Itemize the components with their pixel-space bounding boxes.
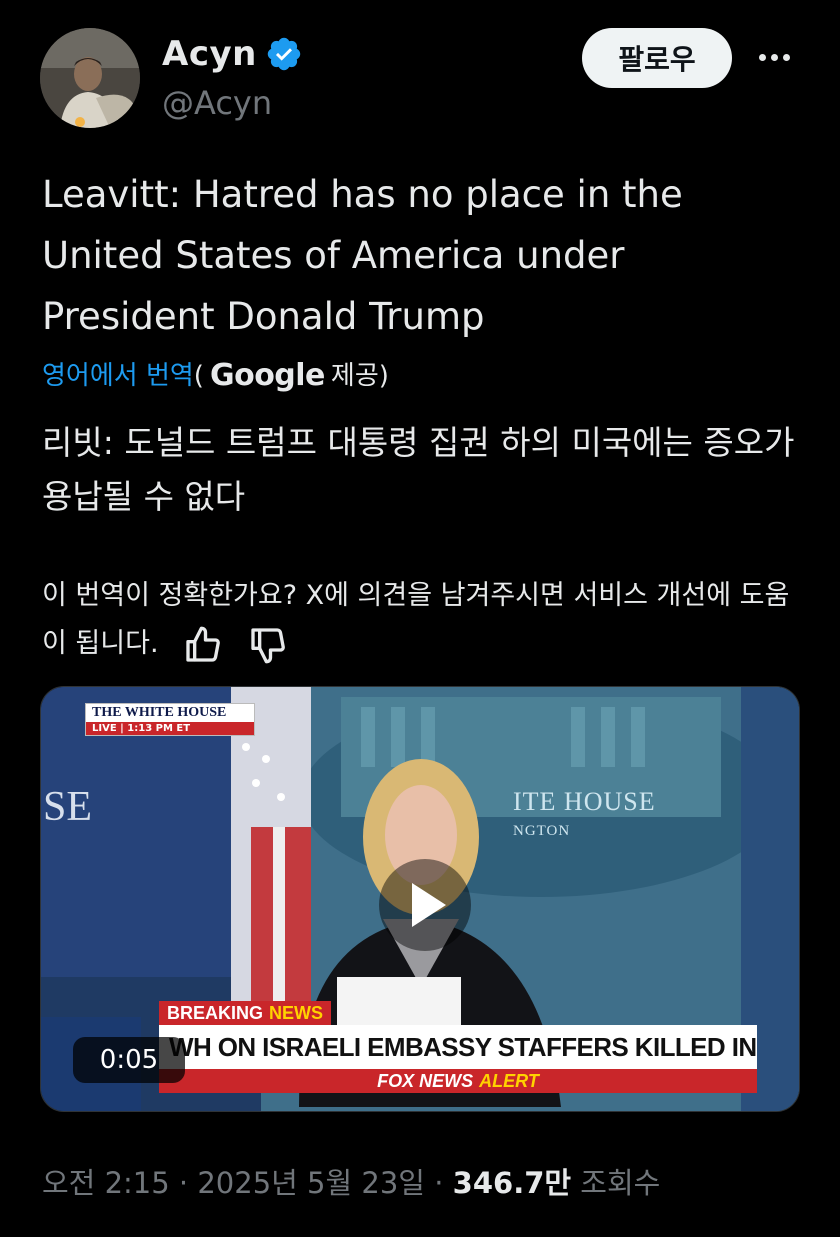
alert-brand: FOX NEWS [377, 1070, 474, 1091]
verified-badge-icon [265, 35, 303, 73]
translated-text: 리빗: 도널드 트럼프 대통령 집권 하의 미국에는 증오가 용납될 수 없다 [42, 423, 795, 516]
breaking-label: BREAKING [167, 1002, 264, 1023]
thumbs-down-icon[interactable] [248, 625, 288, 665]
translation-attribution: 영어에서 번역 ( Google 제공) [42, 356, 389, 396]
author-handle[interactable]: @Acyn [162, 84, 272, 122]
backdrop-left-text: SE [43, 784, 93, 830]
author-name[interactable]: Acyn [162, 34, 257, 74]
backdrop-text: ITE HOUSE [513, 787, 656, 816]
news-label: NEWS [269, 1002, 324, 1023]
name-row: Acyn [162, 34, 303, 74]
post-date[interactable]: 2025년 5월 23일 [197, 1166, 425, 1200]
tweet-header: Acyn @Acyn 팔로우 [40, 28, 800, 128]
play-icon[interactable] [379, 859, 471, 951]
live-time: 1:13 PM ET [127, 723, 191, 734]
view-count-label: 조회수 [580, 1166, 661, 1200]
provider-suffix: 제공) [330, 361, 389, 391]
alert-word: ALERT [479, 1070, 539, 1091]
video-player[interactable]: THE WHITE HOUSE LIVE | 1:13 PM ET SE ITE… [40, 686, 800, 1112]
translation-feedback: 이 번역이 정확한가요? X에 의견을 남겨주시면 서비스 개선에 도움이 됩니… [42, 572, 802, 668]
meta-separator: · [425, 1166, 453, 1200]
fox-news-alert: FOX NEWS ALERT [159, 1069, 757, 1093]
tweet-meta: 오전 2:15 · 2025년 5월 23일 · 346.7만 조회수 [42, 1160, 660, 1202]
live-indicator: LIVE | 1:13 PM ET [86, 722, 254, 735]
view-count: 346.7만 [452, 1166, 572, 1200]
video-duration: 0:05 [73, 1037, 185, 1083]
google-logo: Google [209, 358, 325, 393]
news-headline: WH ON ISRAELI EMBASSY STAFFERS KILLED IN… [159, 1025, 757, 1069]
live-label: LIVE [92, 723, 117, 734]
meta-separator: · [169, 1166, 198, 1200]
breaking-news-tag: BREAKING NEWS [159, 1001, 332, 1025]
white-house-banner: THE WHITE HOUSE LIVE | 1:13 PM ET [85, 703, 255, 736]
post-time[interactable]: 오전 2:15 [42, 1166, 170, 1200]
follow-button[interactable]: 팔로우 [582, 28, 732, 88]
white-house-title: THE WHITE HOUSE [92, 705, 227, 720]
provider-open-paren: ( [193, 361, 204, 391]
tweet-text: Leavitt: Hatred has no place in the Unit… [42, 173, 683, 338]
feedback-prompt: 이 번역이 정확한가요? X에 의견을 남겨주시면 서비스 개선에 도움이 됩니… [42, 580, 790, 659]
avatar[interactable] [40, 28, 140, 128]
backdrop-subtext: NGTON [513, 823, 571, 839]
translate-link[interactable]: 영어에서 번역 [42, 356, 194, 396]
more-dots-icon[interactable] [752, 42, 796, 72]
thumbs-up-icon[interactable] [183, 625, 223, 665]
